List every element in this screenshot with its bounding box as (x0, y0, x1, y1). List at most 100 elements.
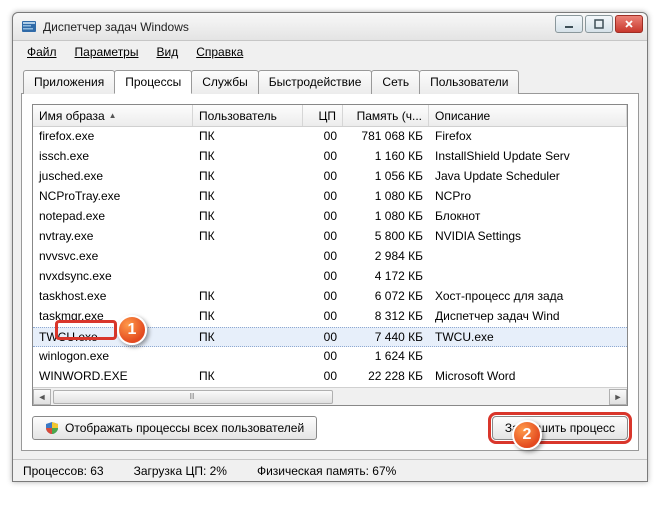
titlebar[interactable]: Диспетчер задач Windows (13, 13, 647, 41)
scroll-left-icon[interactable]: ◄ (33, 389, 51, 405)
table-row[interactable]: winlogon.exe 001 624 КБ (33, 347, 627, 367)
cell-description: Firefox (429, 127, 627, 147)
show-all-users-button[interactable]: Отображать процессы всех пользователей (32, 416, 317, 440)
cell-image: nvvsvc.exe (33, 247, 193, 267)
cell-image: taskhost.exe (33, 287, 193, 307)
cell-image: nvxdsync.exe (33, 267, 193, 287)
horizontal-scrollbar[interactable]: ◄ Ⅲ ► (33, 387, 627, 405)
cell-user (193, 247, 303, 267)
cell-cpu: 00 (303, 187, 343, 207)
cell-description: TWCU.exe (429, 328, 627, 346)
cell-memory: 1 080 КБ (343, 187, 429, 207)
scroll-thumb[interactable]: Ⅲ (53, 390, 333, 404)
menu-file[interactable]: Файл (19, 43, 65, 61)
col-image-name-label: Имя образа (39, 109, 105, 123)
table-row[interactable]: nvtray.exeПК005 800 КБNVIDIA Settings (33, 227, 627, 247)
menubar: Файл Параметры Вид Справка (13, 41, 647, 63)
tab-processes[interactable]: Процессы (114, 70, 192, 94)
table-row[interactable]: WINWORD.EXEПК0022 228 КБMicrosoft Word (33, 367, 627, 387)
tab-users[interactable]: Пользователи (419, 70, 519, 94)
cell-user: ПК (193, 287, 303, 307)
cell-image: WINWORD.EXE (33, 367, 193, 387)
tab-network[interactable]: Сеть (371, 70, 420, 94)
col-cpu[interactable]: ЦП (303, 105, 343, 126)
cell-description: Блокнот (429, 207, 627, 227)
table-row[interactable]: firefox.exeПК00781 068 КБFirefox (33, 127, 627, 147)
cell-memory: 7 440 КБ (343, 328, 429, 346)
cell-description: NCPro (429, 187, 627, 207)
menu-view[interactable]: Вид (148, 43, 186, 61)
cell-cpu: 00 (303, 347, 343, 367)
scroll-right-icon[interactable]: ► (609, 389, 627, 405)
menu-help[interactable]: Справка (188, 43, 251, 61)
close-button[interactable] (615, 15, 643, 33)
col-description[interactable]: Описание (429, 105, 627, 126)
tab-applications[interactable]: Приложения (23, 70, 115, 94)
cell-user: ПК (193, 167, 303, 187)
show-all-users-label: Отображать процессы всех пользователей (65, 421, 304, 435)
statusbar: Процессов: 63 Загрузка ЦП: 2% Физическая… (13, 459, 647, 481)
cell-image: winlogon.exe (33, 347, 193, 367)
cell-cpu: 00 (303, 307, 343, 327)
cell-cpu: 00 (303, 207, 343, 227)
cell-memory: 22 228 КБ (343, 367, 429, 387)
cell-cpu: 00 (303, 147, 343, 167)
cell-memory: 6 072 КБ (343, 287, 429, 307)
sort-asc-icon: ▲ (109, 111, 117, 120)
table-row[interactable]: nvvsvc.exe 002 984 КБ (33, 247, 627, 267)
cell-user: ПК (193, 227, 303, 247)
cell-cpu: 00 (303, 328, 343, 346)
cell-description: NVIDIA Settings (429, 227, 627, 247)
status-process-count: Процессов: 63 (23, 464, 104, 478)
cell-description: Диспетчер задач Wind (429, 307, 627, 327)
cell-memory: 8 312 КБ (343, 307, 429, 327)
callout-badge-2: 2 (512, 420, 542, 450)
table-row[interactable]: nvxdsync.exe 004 172 КБ (33, 267, 627, 287)
cell-memory: 1 624 КБ (343, 347, 429, 367)
window-title: Диспетчер задач Windows (43, 20, 189, 34)
table-header: Имя образа ▲ Пользователь ЦП Память (ч...… (33, 105, 627, 127)
tabstrip: Приложения Процессы Службы Быстродействи… (13, 63, 647, 93)
cell-user: ПК (193, 127, 303, 147)
col-user[interactable]: Пользователь (193, 105, 303, 126)
cell-description (429, 267, 627, 287)
cell-user (193, 267, 303, 287)
cell-image: firefox.exe (33, 127, 193, 147)
cell-memory: 2 984 КБ (343, 247, 429, 267)
cell-image: nvtray.exe (33, 227, 193, 247)
cell-description (429, 347, 627, 367)
cell-user: ПК (193, 187, 303, 207)
minimize-button[interactable] (555, 15, 583, 33)
menu-options[interactable]: Параметры (67, 43, 147, 61)
cell-cpu: 00 (303, 127, 343, 147)
cell-image: issch.exe (33, 147, 193, 167)
cell-cpu: 00 (303, 267, 343, 287)
cell-user: ПК (193, 367, 303, 387)
cell-description (429, 247, 627, 267)
tab-services[interactable]: Службы (191, 70, 258, 94)
cell-image: notepad.exe (33, 207, 193, 227)
cell-cpu: 00 (303, 227, 343, 247)
table-row[interactable]: notepad.exeПК001 080 КББлокнот (33, 207, 627, 227)
process-table: Имя образа ▲ Пользователь ЦП Память (ч...… (32, 104, 628, 406)
tab-performance[interactable]: Быстродействие (258, 70, 373, 94)
cell-description: Microsoft Word (429, 367, 627, 387)
status-cpu-load: Загрузка ЦП: 2% (134, 464, 227, 478)
cell-cpu: 00 (303, 287, 343, 307)
cell-memory: 4 172 КБ (343, 267, 429, 287)
cell-user: ПК (193, 307, 303, 327)
cell-user (193, 347, 303, 367)
table-row[interactable]: taskhost.exeПК006 072 КБХост-процесс для… (33, 287, 627, 307)
cell-user: ПК (193, 328, 303, 346)
table-row[interactable]: jusched.exeПК001 056 КБJava Update Sched… (33, 167, 627, 187)
maximize-button[interactable] (585, 15, 613, 33)
col-image-name[interactable]: Имя образа ▲ (33, 105, 193, 126)
callout-badge-1: 1 (117, 315, 147, 345)
table-row[interactable]: NCProTray.exeПК001 080 КБNCPro (33, 187, 627, 207)
cell-memory: 1 056 КБ (343, 167, 429, 187)
table-row[interactable]: issch.exeПК001 160 КБInstallShield Updat… (33, 147, 627, 167)
cell-cpu: 00 (303, 247, 343, 267)
cell-memory: 5 800 КБ (343, 227, 429, 247)
table-body: firefox.exeПК00781 068 КБFirefoxissch.ex… (33, 127, 627, 387)
col-memory[interactable]: Память (ч... (343, 105, 429, 126)
